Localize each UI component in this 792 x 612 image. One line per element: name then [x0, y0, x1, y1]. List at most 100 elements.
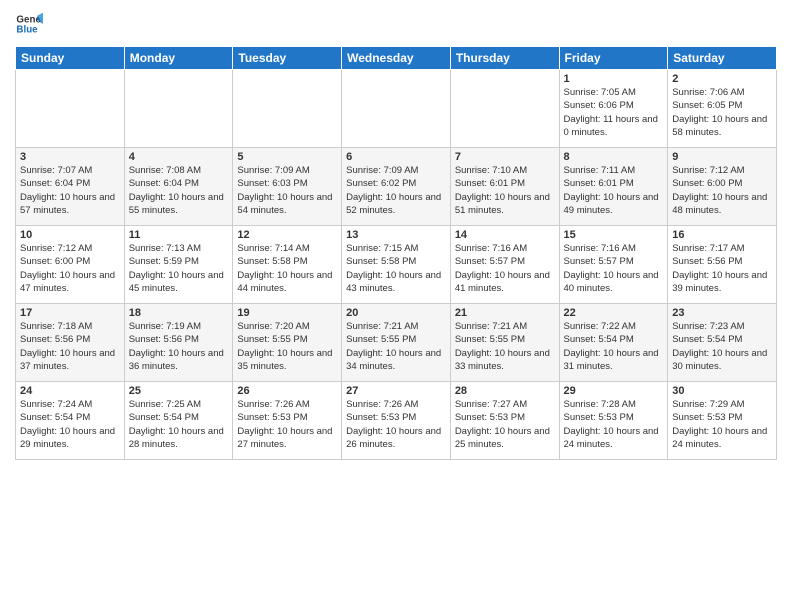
day-cell: 16Sunrise: 7:17 AMSunset: 5:56 PMDayligh…: [668, 226, 777, 304]
day-cell: 15Sunrise: 7:16 AMSunset: 5:57 PMDayligh…: [559, 226, 668, 304]
day-info: Sunrise: 7:09 AMSunset: 6:02 PMDaylight:…: [346, 164, 446, 217]
day-cell: 12Sunrise: 7:14 AMSunset: 5:58 PMDayligh…: [233, 226, 342, 304]
day-number: 25: [129, 385, 229, 397]
day-number: 13: [346, 229, 446, 241]
weekday-header: Thursday: [450, 47, 559, 70]
day-number: 30: [672, 385, 772, 397]
day-number: 4: [129, 151, 229, 163]
day-cell: 25Sunrise: 7:25 AMSunset: 5:54 PMDayligh…: [124, 382, 233, 460]
day-info: Sunrise: 7:06 AMSunset: 6:05 PMDaylight:…: [672, 86, 772, 139]
day-cell: 18Sunrise: 7:19 AMSunset: 5:56 PMDayligh…: [124, 304, 233, 382]
week-row: 17Sunrise: 7:18 AMSunset: 5:56 PMDayligh…: [16, 304, 777, 382]
day-number: 29: [564, 385, 664, 397]
svg-text:Blue: Blue: [16, 24, 38, 35]
day-cell: 4Sunrise: 7:08 AMSunset: 6:04 PMDaylight…: [124, 148, 233, 226]
day-info: Sunrise: 7:26 AMSunset: 5:53 PMDaylight:…: [346, 398, 446, 451]
day-cell: 10Sunrise: 7:12 AMSunset: 6:00 PMDayligh…: [16, 226, 125, 304]
day-number: 20: [346, 307, 446, 319]
day-cell: 11Sunrise: 7:13 AMSunset: 5:59 PMDayligh…: [124, 226, 233, 304]
day-number: 1: [564, 73, 664, 85]
day-number: 17: [20, 307, 120, 319]
weekday-header: Monday: [124, 47, 233, 70]
weekday-header: Sunday: [16, 47, 125, 70]
day-cell: 26Sunrise: 7:26 AMSunset: 5:53 PMDayligh…: [233, 382, 342, 460]
weekday-header: Tuesday: [233, 47, 342, 70]
day-number: 3: [20, 151, 120, 163]
day-number: 11: [129, 229, 229, 241]
day-info: Sunrise: 7:16 AMSunset: 5:57 PMDaylight:…: [455, 242, 555, 295]
day-number: 2: [672, 73, 772, 85]
day-info: Sunrise: 7:23 AMSunset: 5:54 PMDaylight:…: [672, 320, 772, 373]
day-number: 8: [564, 151, 664, 163]
weekday-header: Saturday: [668, 47, 777, 70]
day-info: Sunrise: 7:11 AMSunset: 6:01 PMDaylight:…: [564, 164, 664, 217]
day-number: 24: [20, 385, 120, 397]
day-cell: 30Sunrise: 7:29 AMSunset: 5:53 PMDayligh…: [668, 382, 777, 460]
day-info: Sunrise: 7:07 AMSunset: 6:04 PMDaylight:…: [20, 164, 120, 217]
day-info: Sunrise: 7:14 AMSunset: 5:58 PMDaylight:…: [237, 242, 337, 295]
day-cell: [16, 70, 125, 148]
day-info: Sunrise: 7:19 AMSunset: 5:56 PMDaylight:…: [129, 320, 229, 373]
day-info: Sunrise: 7:05 AMSunset: 6:06 PMDaylight:…: [564, 86, 664, 139]
day-number: 28: [455, 385, 555, 397]
day-cell: 3Sunrise: 7:07 AMSunset: 6:04 PMDaylight…: [16, 148, 125, 226]
day-number: 16: [672, 229, 772, 241]
day-info: Sunrise: 7:12 AMSunset: 6:00 PMDaylight:…: [672, 164, 772, 217]
week-row: 24Sunrise: 7:24 AMSunset: 5:54 PMDayligh…: [16, 382, 777, 460]
day-cell: 13Sunrise: 7:15 AMSunset: 5:58 PMDayligh…: [342, 226, 451, 304]
day-info: Sunrise: 7:09 AMSunset: 6:03 PMDaylight:…: [237, 164, 337, 217]
day-number: 23: [672, 307, 772, 319]
day-cell: 29Sunrise: 7:28 AMSunset: 5:53 PMDayligh…: [559, 382, 668, 460]
day-info: Sunrise: 7:24 AMSunset: 5:54 PMDaylight:…: [20, 398, 120, 451]
day-number: 7: [455, 151, 555, 163]
day-cell: 22Sunrise: 7:22 AMSunset: 5:54 PMDayligh…: [559, 304, 668, 382]
day-cell: 6Sunrise: 7:09 AMSunset: 6:02 PMDaylight…: [342, 148, 451, 226]
day-info: Sunrise: 7:13 AMSunset: 5:59 PMDaylight:…: [129, 242, 229, 295]
day-info: Sunrise: 7:28 AMSunset: 5:53 PMDaylight:…: [564, 398, 664, 451]
day-number: 26: [237, 385, 337, 397]
day-info: Sunrise: 7:15 AMSunset: 5:58 PMDaylight:…: [346, 242, 446, 295]
day-cell: 17Sunrise: 7:18 AMSunset: 5:56 PMDayligh…: [16, 304, 125, 382]
day-info: Sunrise: 7:16 AMSunset: 5:57 PMDaylight:…: [564, 242, 664, 295]
day-number: 15: [564, 229, 664, 241]
day-cell: 7Sunrise: 7:10 AMSunset: 6:01 PMDaylight…: [450, 148, 559, 226]
day-number: 18: [129, 307, 229, 319]
day-info: Sunrise: 7:29 AMSunset: 5:53 PMDaylight:…: [672, 398, 772, 451]
week-row: 3Sunrise: 7:07 AMSunset: 6:04 PMDaylight…: [16, 148, 777, 226]
day-number: 12: [237, 229, 337, 241]
day-cell: 9Sunrise: 7:12 AMSunset: 6:00 PMDaylight…: [668, 148, 777, 226]
header: General Blue: [15, 10, 777, 38]
day-cell: [342, 70, 451, 148]
week-row: 1Sunrise: 7:05 AMSunset: 6:06 PMDaylight…: [16, 70, 777, 148]
page: General Blue SundayMondayTuesdayWednesda…: [0, 0, 792, 612]
day-info: Sunrise: 7:12 AMSunset: 6:00 PMDaylight:…: [20, 242, 120, 295]
day-info: Sunrise: 7:18 AMSunset: 5:56 PMDaylight:…: [20, 320, 120, 373]
calendar: SundayMondayTuesdayWednesdayThursdayFrid…: [15, 46, 777, 460]
day-cell: [450, 70, 559, 148]
day-info: Sunrise: 7:27 AMSunset: 5:53 PMDaylight:…: [455, 398, 555, 451]
day-info: Sunrise: 7:17 AMSunset: 5:56 PMDaylight:…: [672, 242, 772, 295]
day-info: Sunrise: 7:10 AMSunset: 6:01 PMDaylight:…: [455, 164, 555, 217]
day-cell: 28Sunrise: 7:27 AMSunset: 5:53 PMDayligh…: [450, 382, 559, 460]
day-info: Sunrise: 7:26 AMSunset: 5:53 PMDaylight:…: [237, 398, 337, 451]
day-cell: [124, 70, 233, 148]
day-info: Sunrise: 7:25 AMSunset: 5:54 PMDaylight:…: [129, 398, 229, 451]
day-cell: 14Sunrise: 7:16 AMSunset: 5:57 PMDayligh…: [450, 226, 559, 304]
day-cell: 27Sunrise: 7:26 AMSunset: 5:53 PMDayligh…: [342, 382, 451, 460]
logo: General Blue: [15, 10, 47, 38]
day-cell: 21Sunrise: 7:21 AMSunset: 5:55 PMDayligh…: [450, 304, 559, 382]
day-cell: [233, 70, 342, 148]
day-cell: 5Sunrise: 7:09 AMSunset: 6:03 PMDaylight…: [233, 148, 342, 226]
header-row: SundayMondayTuesdayWednesdayThursdayFrid…: [16, 47, 777, 70]
day-cell: 2Sunrise: 7:06 AMSunset: 6:05 PMDaylight…: [668, 70, 777, 148]
day-number: 6: [346, 151, 446, 163]
day-cell: 8Sunrise: 7:11 AMSunset: 6:01 PMDaylight…: [559, 148, 668, 226]
day-number: 14: [455, 229, 555, 241]
day-info: Sunrise: 7:21 AMSunset: 5:55 PMDaylight:…: [346, 320, 446, 373]
day-number: 9: [672, 151, 772, 163]
day-cell: 20Sunrise: 7:21 AMSunset: 5:55 PMDayligh…: [342, 304, 451, 382]
day-number: 19: [237, 307, 337, 319]
day-number: 5: [237, 151, 337, 163]
weekday-header: Friday: [559, 47, 668, 70]
day-info: Sunrise: 7:22 AMSunset: 5:54 PMDaylight:…: [564, 320, 664, 373]
